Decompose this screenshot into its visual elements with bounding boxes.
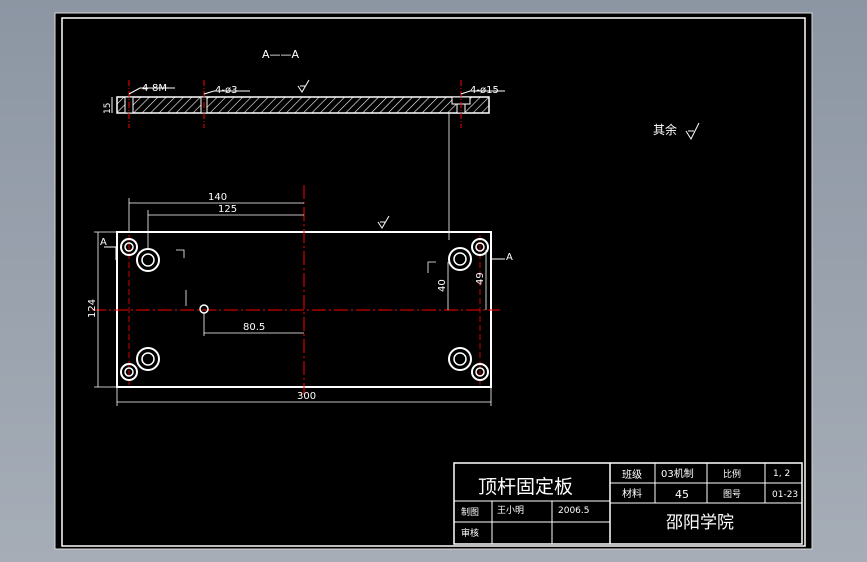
- dim-300: 300: [297, 391, 316, 402]
- label-counterbore: 4-ø15: [470, 85, 499, 96]
- drawn-by: 王小明: [497, 505, 524, 516]
- section-plate: [116, 96, 490, 114]
- scale-label: 比例: [723, 468, 741, 480]
- cut-label-left: A: [100, 237, 107, 248]
- material-label: 材料: [622, 487, 642, 500]
- dim-thickness: 15: [103, 103, 113, 114]
- dim-49: 49: [475, 272, 486, 285]
- engineering-drawing: A——A 4-8M 4-ø3 4-ø15 15 140 125 80.5 124…: [54, 12, 813, 550]
- label-small-hole: 4-ø3: [215, 85, 237, 96]
- dim-80-5: 80.5: [243, 322, 265, 333]
- scale-value: 1, 2: [773, 469, 790, 479]
- drawing-no-value: 01-23: [772, 490, 798, 500]
- cad-viewport: A——A 4-8M 4-ø3 4-ø15 15 140 125 80.5 124…: [0, 0, 867, 562]
- drawing-no-label: 图号: [723, 489, 741, 500]
- drawn-date: 2006.5: [558, 506, 590, 516]
- school-name: 邵阳学院: [666, 513, 734, 533]
- material-value: 45: [675, 488, 689, 501]
- roughness-note: 其余: [653, 122, 677, 137]
- part-name: 顶杆固定板: [478, 476, 573, 498]
- class-value: 03机制: [661, 467, 694, 480]
- dim-124: 124: [87, 299, 98, 318]
- class-label: 班级: [622, 469, 642, 481]
- drawing-sheet: [54, 12, 813, 550]
- section-label: A——A: [262, 48, 300, 61]
- dim-40: 40: [437, 279, 448, 292]
- label-threaded-hole: 4-8M: [142, 83, 167, 94]
- dim-140: 140: [208, 192, 227, 203]
- drawn-label: 制图: [461, 506, 479, 518]
- review-label: 审核: [461, 527, 479, 539]
- dim-125: 125: [218, 204, 237, 215]
- cut-label-right: A: [506, 252, 513, 263]
